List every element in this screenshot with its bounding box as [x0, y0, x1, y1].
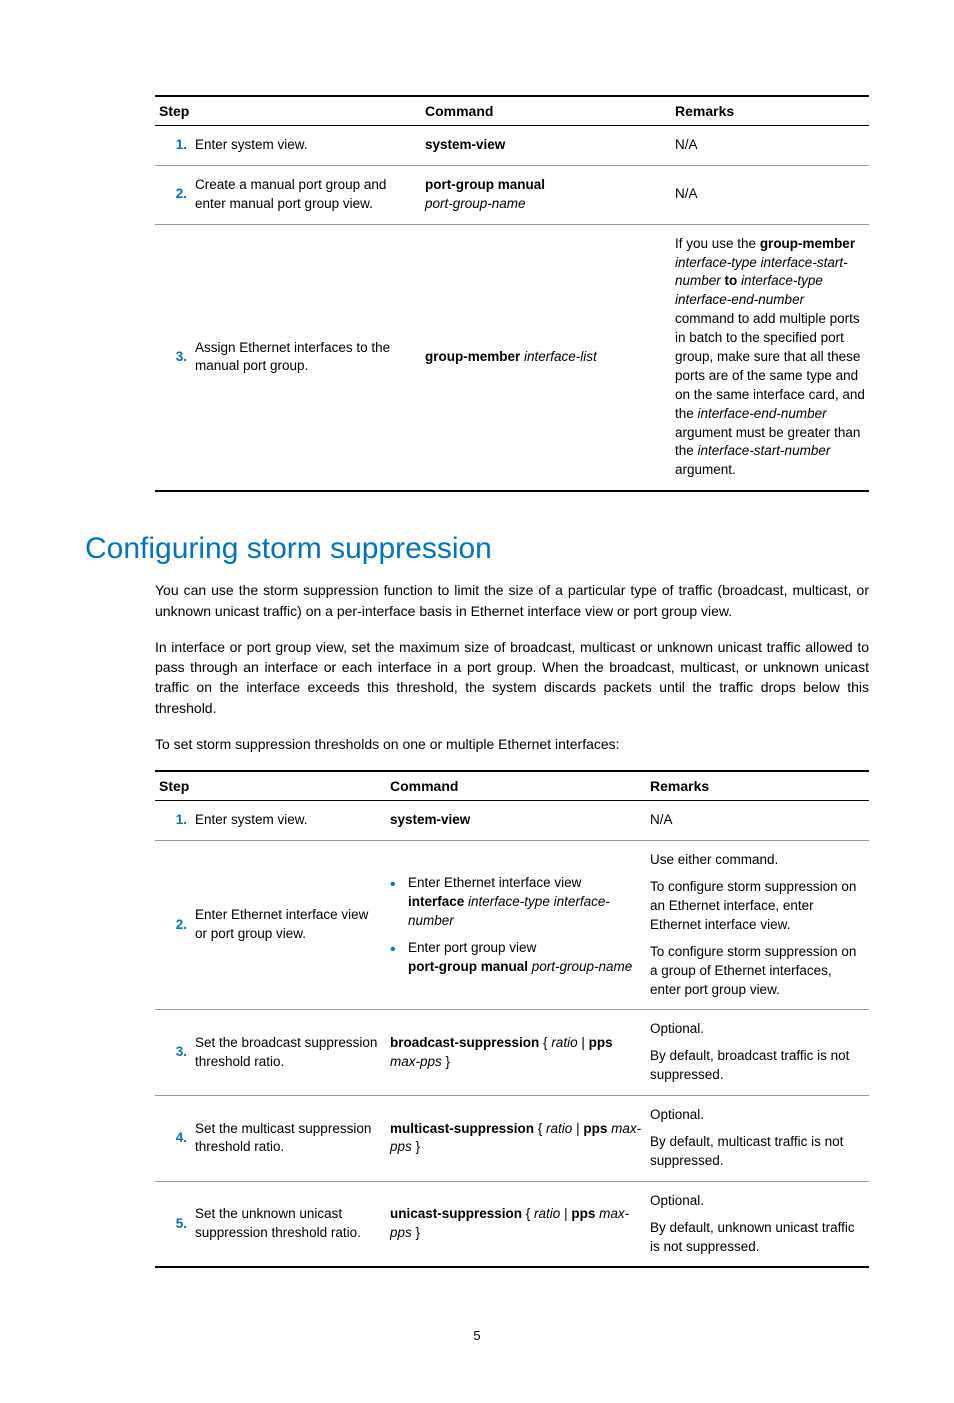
paragraph: You can use the storm suppression functi… — [85, 580, 869, 621]
remarks-cell: If you use the group-member interface-ty… — [671, 224, 869, 491]
th-step: Step — [155, 96, 421, 126]
step-desc: Set the unknown unicast suppression thre… — [191, 1181, 386, 1267]
command-cell: unicast-suppression { ratio | pps max-pp… — [386, 1181, 646, 1267]
table-row: 3. Set the broadcast suppression thresho… — [155, 1010, 869, 1096]
remarks-cell: Optional. By default, broadcast traffic … — [646, 1010, 869, 1096]
th-command: Command — [421, 96, 671, 126]
command-cell: system-view — [386, 801, 646, 841]
list-item: Enter Ethernet interface view interface … — [390, 874, 642, 931]
step-number: 5. — [155, 1181, 191, 1267]
step-number: 4. — [155, 1096, 191, 1182]
th-remarks: Remarks — [646, 771, 869, 801]
command-cell: broadcast-suppression { ratio | pps max-… — [386, 1010, 646, 1096]
remarks-cell: Optional. By default, multicast traffic … — [646, 1096, 869, 1182]
command-cell: Enter Ethernet interface view interface … — [386, 841, 646, 1010]
table-row: 2. Enter Ethernet interface view or port… — [155, 841, 869, 1010]
step-desc: Create a manual port group and enter man… — [191, 165, 421, 224]
paragraph: To set storm suppression thresholds on o… — [85, 734, 869, 754]
th-step: Step — [155, 771, 386, 801]
document-page: Step Command Remarks 1. Enter system vie… — [0, 0, 954, 1403]
table-row: 1. Enter system view. system-view N/A — [155, 126, 869, 166]
step-desc: Set the broadcast suppression threshold … — [191, 1010, 386, 1096]
remarks-cell: N/A — [646, 801, 869, 841]
procedure-table-1: Step Command Remarks 1. Enter system vie… — [155, 95, 869, 492]
page-number: 5 — [85, 1328, 869, 1343]
step-desc: Set the multicast suppression threshold … — [191, 1096, 386, 1182]
step-desc: Enter Ethernet interface view or port gr… — [191, 841, 386, 1010]
command-cell: system-view — [421, 126, 671, 166]
procedure-table-2: Step Command Remarks 1. Enter system vie… — [155, 770, 869, 1268]
paragraph: In interface or port group view, set the… — [85, 637, 869, 718]
step-desc: Enter system view. — [191, 126, 421, 166]
th-command: Command — [386, 771, 646, 801]
step-desc: Enter system view. — [191, 801, 386, 841]
remarks-cell: Use either command. To configure storm s… — [646, 841, 869, 1010]
command-cell: group-member interface-list — [421, 224, 671, 491]
step-number: 3. — [155, 1010, 191, 1096]
step-number: 1. — [155, 801, 191, 841]
table-row: 5. Set the unknown unicast suppression t… — [155, 1181, 869, 1267]
command-cell: port-group manual port-group-name — [421, 165, 671, 224]
step-number: 2. — [155, 841, 191, 1010]
remarks-cell: Optional. By default, unknown unicast tr… — [646, 1181, 869, 1267]
section-heading: Configuring storm suppression — [85, 532, 869, 566]
list-item: Enter port group view port-group manual … — [390, 939, 642, 977]
remarks-cell: N/A — [671, 126, 869, 166]
step-number: 3. — [155, 224, 191, 491]
step-number: 2. — [155, 165, 191, 224]
step-desc: Assign Ethernet interfaces to the manual… — [191, 224, 421, 491]
table-row: 3. Assign Ethernet interfaces to the man… — [155, 224, 869, 491]
th-remarks: Remarks — [671, 96, 869, 126]
table-row: 4. Set the multicast suppression thresho… — [155, 1096, 869, 1182]
remarks-cell: N/A — [671, 165, 869, 224]
table-row: 2. Create a manual port group and enter … — [155, 165, 869, 224]
table-row: 1. Enter system view. system-view N/A — [155, 801, 869, 841]
command-cell: multicast-suppression { ratio | pps max-… — [386, 1096, 646, 1182]
step-number: 1. — [155, 126, 191, 166]
